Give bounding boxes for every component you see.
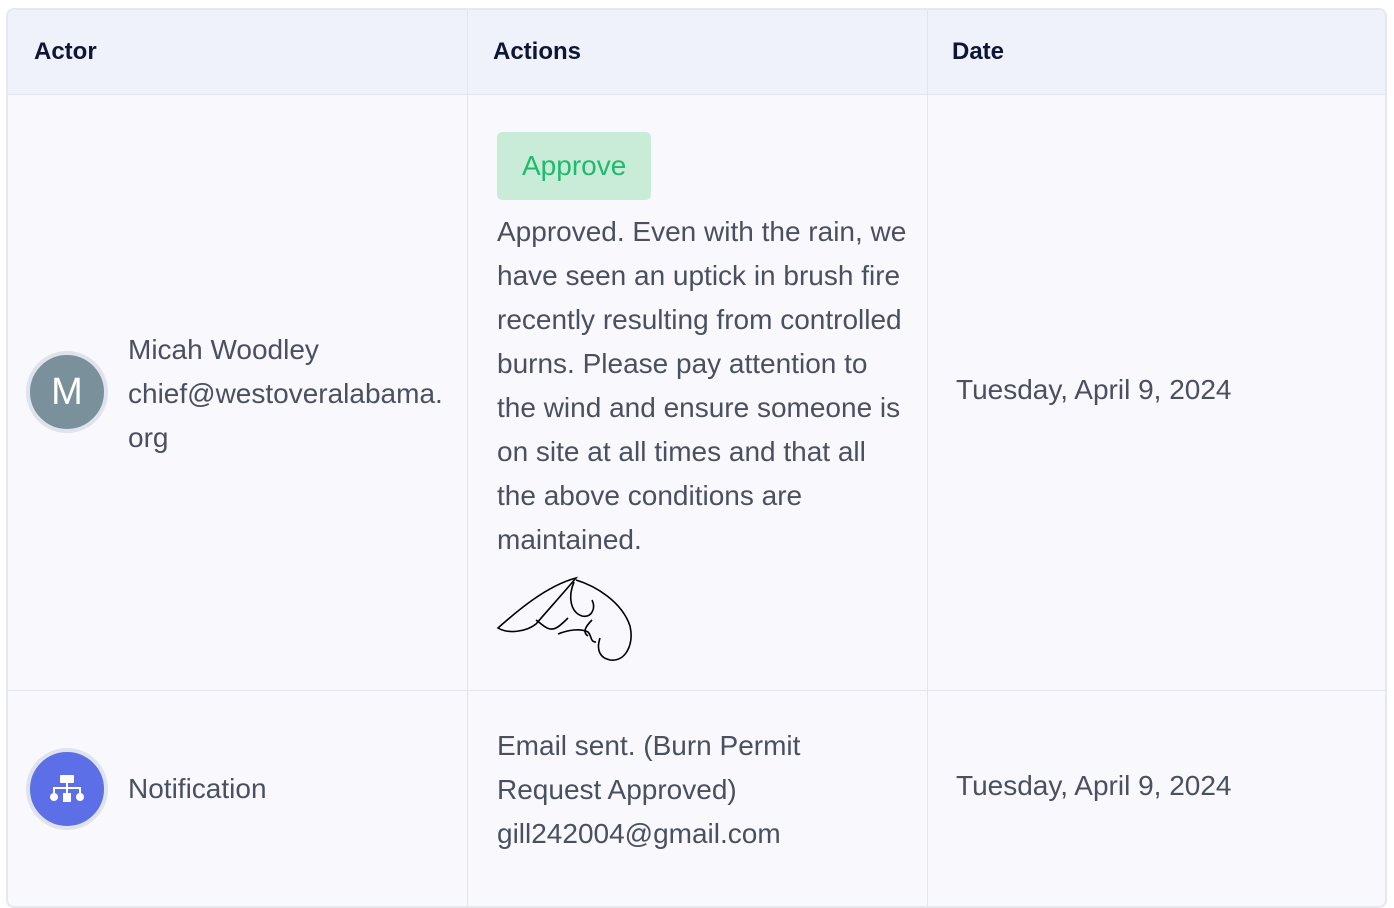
table-header: Actor Actions Date [8,10,1385,95]
actor-email: chief@westoveralabama.org [128,378,443,453]
header-actor: Actor [34,38,97,65]
actor-info: Micah Woodley chief@westoveralabama.org [128,328,448,460]
date-cell: Tuesday, April 9, 2024 [956,770,1232,801]
sitemap-icon [50,775,84,802]
avatar: M [26,351,108,433]
action-comment: Email sent. (Burn Permit Request Approve… [497,730,801,849]
action-comment: Approved. Even with the rain, we have se… [497,216,907,555]
date-cell: Tuesday, April 9, 2024 [956,374,1232,405]
approve-badge: Approve [497,132,652,200]
actor-name: Micah Woodley [128,334,319,365]
history-table: Actor Actions Date M Micah Woodley chief… [6,8,1387,908]
column-divider [927,10,928,906]
header-date: Date [952,38,1005,65]
row-divider [8,690,1385,691]
avatar-letter: M [51,370,83,413]
header-actions: Actions [493,38,582,65]
signature-image [496,576,632,661]
avatar [26,748,108,830]
column-divider [467,10,468,906]
actor-name: Notification [128,773,267,804]
